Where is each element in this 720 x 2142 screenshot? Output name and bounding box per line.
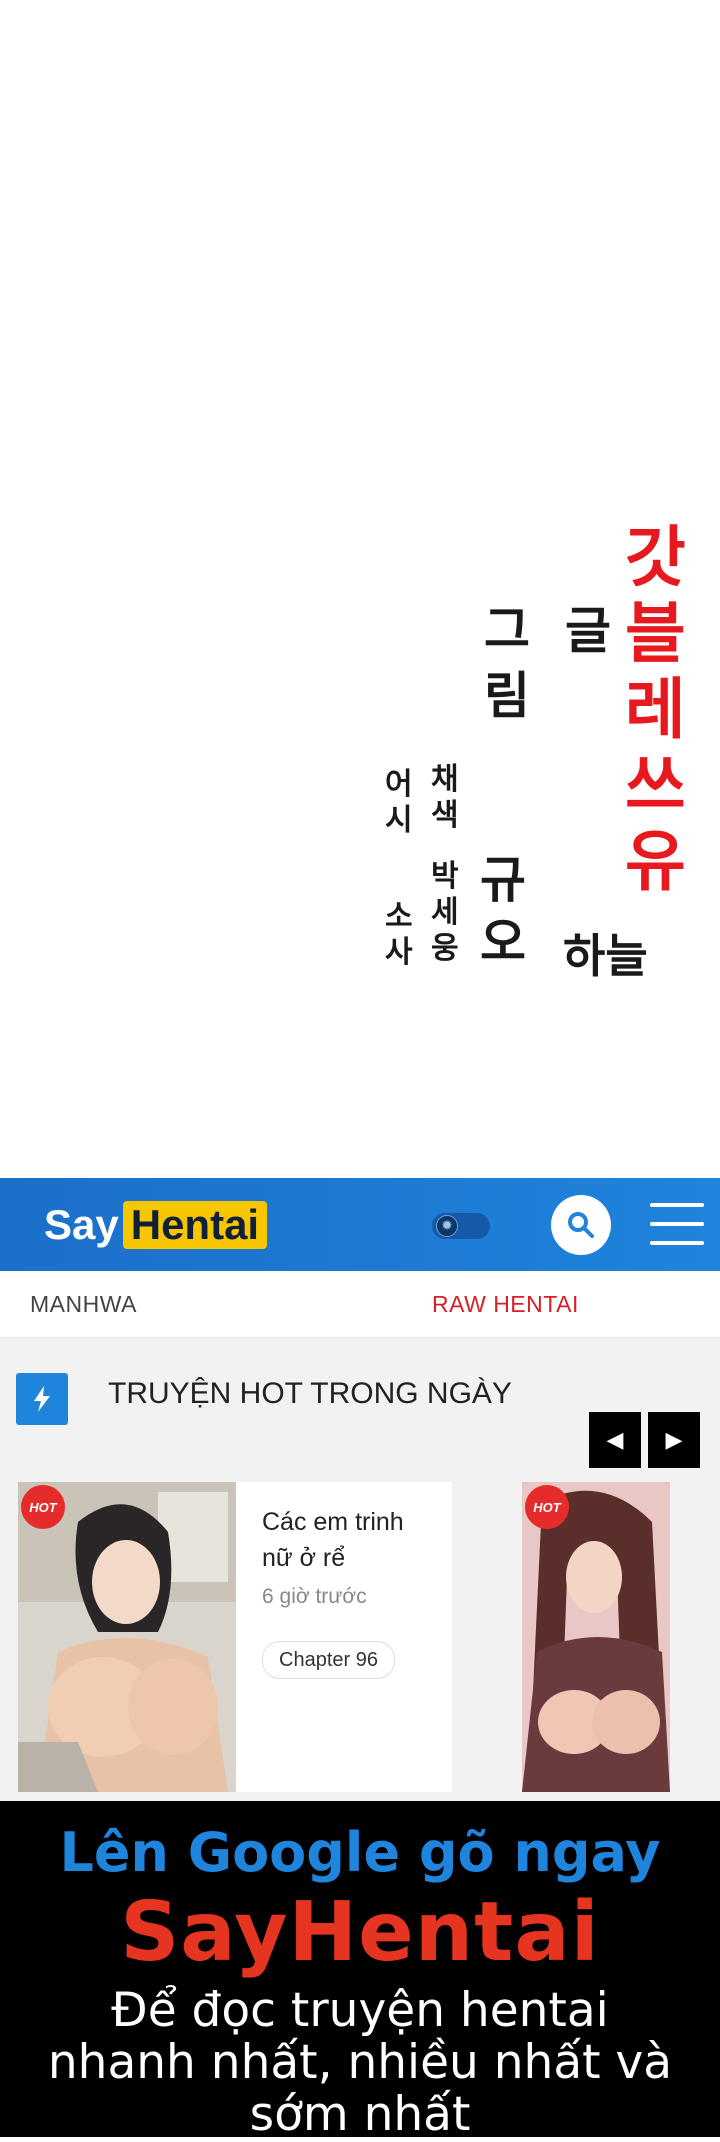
title-char: 쓰 <box>625 747 686 824</box>
color-name-char: 웅 <box>431 931 459 966</box>
assistant-label-char: 어 <box>385 767 413 802</box>
color-label-char: 채 <box>431 762 459 797</box>
hot-badge: HOT <box>21 1485 65 1529</box>
story-credit-name: 하늘 <box>563 929 648 983</box>
comic-title[interactable]: Các em trinh nữ ở rể <box>262 1504 432 1576</box>
comic-card[interactable]: HOT Các em trinh nữ ở rể 6 giờ trước Cha… <box>18 1482 452 1792</box>
bolt-icon <box>34 1386 50 1412</box>
assistant-name-char: 사 <box>385 935 413 970</box>
title-char: 블 <box>625 595 686 672</box>
theme-toggle-icon: ✹ <box>436 1215 458 1237</box>
promo-headline: Lên Google gõ ngay <box>59 1821 661 1884</box>
nav-item-manhwa[interactable]: MANHWA <box>30 1291 137 1318</box>
menu-bar <box>650 1241 704 1245</box>
site-header: Say Hentai <box>0 1178 720 1271</box>
search-button[interactable] <box>551 1195 611 1255</box>
art-name-char: 규 <box>480 851 526 909</box>
assistant-label-char: 시 <box>385 803 413 838</box>
promo-banner: Lên Google gõ ngay SayHentai Để đọc truy… <box>0 1801 720 2141</box>
assistant-credit-names: 소 사 <box>385 902 413 974</box>
color-name-char: 세 <box>431 895 459 930</box>
color-label-char: 색 <box>431 798 459 833</box>
color-credit-names: 박 세 웅 <box>431 862 459 970</box>
story-label-char: 글 <box>565 602 611 660</box>
comic-cover-image[interactable]: HOT <box>18 1482 236 1792</box>
carousel-prev-button[interactable]: ◀ <box>589 1412 641 1468</box>
logo-say-text: Say <box>44 1201 119 1248</box>
color-name-char: 박 <box>431 859 459 894</box>
title-char: 레 <box>625 671 686 748</box>
promo-tagline-line: Để đọc truyện hentai <box>111 1983 609 2038</box>
promo-tagline: Để đọc truyện hentai nhanh nhất, nhiều n… <box>0 1985 720 2141</box>
art-credit-label: 그 림 <box>484 605 530 737</box>
art-label-char: 그 <box>484 601 530 659</box>
hamburger-menu-icon[interactable] <box>650 1203 704 1245</box>
promo-tagline-line: nhanh nhất, nhiều nhất và <box>47 2035 673 2090</box>
art-label-char: 림 <box>484 667 530 725</box>
hot-badge: HOT <box>525 1485 569 1529</box>
story-credit-label: 글 <box>565 606 611 656</box>
art-name-char: 오 <box>480 913 526 971</box>
carousel-next-button[interactable]: ▶ <box>648 1412 700 1468</box>
search-icon <box>568 1212 594 1238</box>
chapter-button[interactable]: Chapter 96 <box>262 1641 395 1679</box>
hot-section-title: TRUYỆN HOT TRONG NGÀY <box>108 1377 512 1410</box>
site-logo[interactable]: Say Hentai <box>44 1201 268 1249</box>
update-time: 6 giờ trước <box>262 1585 367 1608</box>
category-nav: MANHWA RAW HENTAI <box>0 1271 720 1338</box>
comic-card[interactable]: HOT <box>522 1482 670 1792</box>
nav-item-raw-hentai[interactable]: RAW HENTAI <box>432 1291 579 1318</box>
assistant-name-char: 소 <box>385 899 413 934</box>
title-char: 갓 <box>625 519 686 596</box>
assistant-credit-label: 어 시 <box>385 770 413 842</box>
title-credits-panel: 갓 블 레 쓰 유 글 하늘 그 림 규 오 채 색 박 세 웅 어 시 소 사 <box>0 0 720 1178</box>
lightning-icon <box>16 1373 68 1425</box>
logo-hentai-text: Hentai <box>122 1201 268 1249</box>
menu-bar <box>650 1222 704 1226</box>
color-credit-label: 채 색 <box>431 765 459 837</box>
art-credit-name: 규 오 <box>480 855 526 967</box>
title-char: 유 <box>625 823 686 900</box>
menu-bar <box>650 1203 704 1207</box>
comic-title: 갓 블 레 쓰 유 <box>625 525 686 905</box>
promo-tagline-line: sớm nhất <box>249 2087 471 2142</box>
promo-site-name: SayHentai <box>120 1885 600 1980</box>
